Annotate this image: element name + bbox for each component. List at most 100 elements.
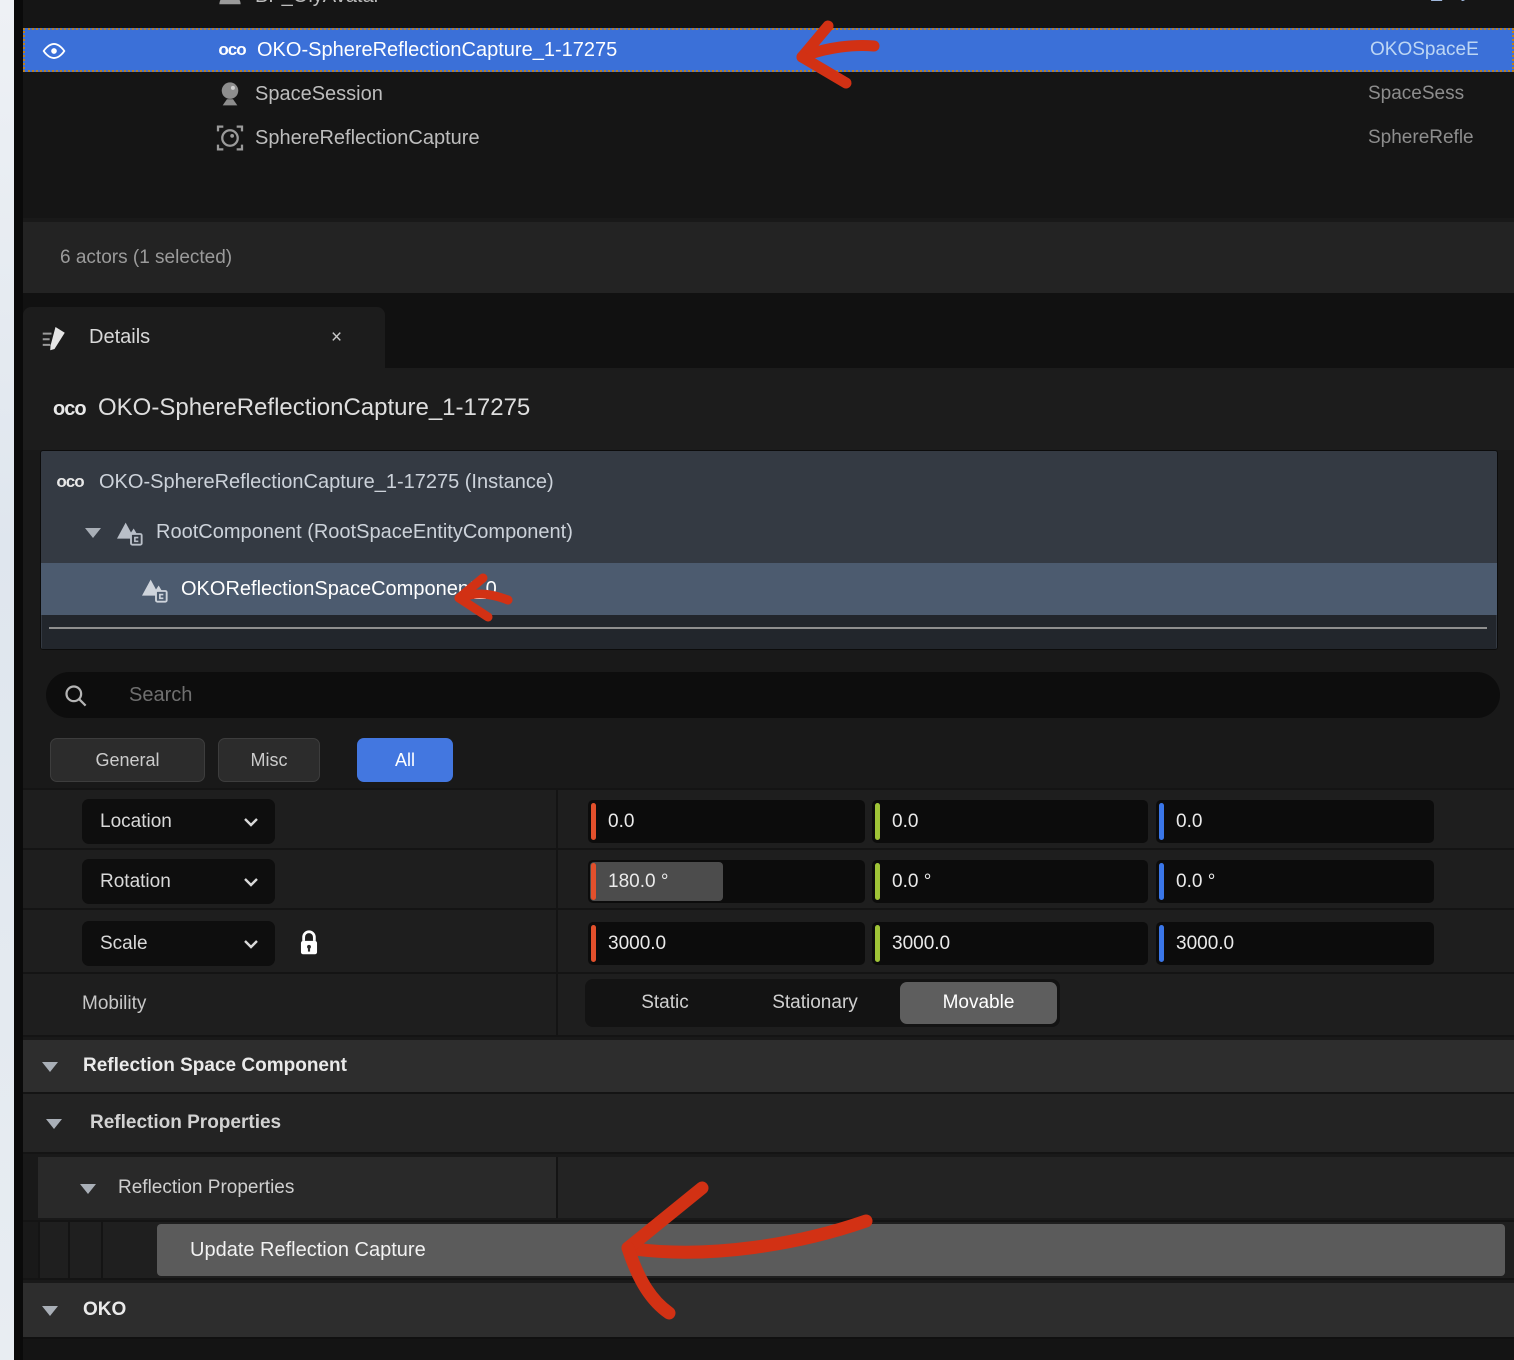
rotation-dropdown[interactable]: Rotation bbox=[82, 859, 275, 904]
rotation-y-field[interactable]: 0.0 ° bbox=[872, 860, 1148, 903]
indent-line bbox=[101, 1222, 103, 1278]
subsection-reflection-properties[interactable]: Reflection Properties bbox=[23, 1157, 1514, 1218]
section-reflection-space-component[interactable]: Reflection Space Component bbox=[23, 1040, 1514, 1092]
update-reflection-capture-button[interactable]: Update Reflection Capture bbox=[157, 1224, 1505, 1276]
indent-line bbox=[68, 1222, 70, 1278]
world-outliner: BP_OlyAvatar Edit BP_Oly oco OKO-SphereR… bbox=[23, 0, 1514, 218]
expander-triangle-icon[interactable] bbox=[85, 528, 101, 538]
location-x-field[interactable]: 0.0 bbox=[588, 800, 865, 843]
session-orb-icon bbox=[212, 74, 248, 114]
actor-label: SphereReflectionCapture bbox=[255, 127, 480, 150]
tree-item-label: OKOReflectionSpaceComponent_0 bbox=[181, 578, 497, 601]
column-splitter[interactable] bbox=[556, 1157, 558, 1218]
subsection-title: Reflection Properties bbox=[118, 1177, 294, 1199]
close-icon[interactable]: × bbox=[331, 328, 342, 347]
section-expander-icon[interactable] bbox=[42, 1062, 58, 1072]
section-title: Reflection Properties bbox=[90, 1112, 281, 1134]
location-dropdown[interactable]: Location bbox=[82, 799, 275, 844]
scale-dropdown[interactable]: Scale bbox=[82, 921, 275, 966]
details-search-input[interactable]: Search bbox=[46, 672, 1500, 718]
section-oko[interactable]: OKO bbox=[23, 1283, 1514, 1337]
actor-type-label: SpaceSess bbox=[1368, 83, 1514, 105]
scale-x-field[interactable]: 3000.0 bbox=[588, 922, 865, 965]
rotation-x-field[interactable]: 180.0 ° bbox=[588, 860, 865, 903]
desktop-background-strip bbox=[0, 0, 14, 1360]
filter-button-general[interactable]: General bbox=[50, 738, 205, 782]
filter-label: Misc bbox=[251, 750, 288, 771]
tab-label: Details bbox=[89, 326, 150, 349]
rotation-y-value: 0.0 ° bbox=[892, 860, 931, 903]
actor-type-label: OKOSpaceE bbox=[1370, 39, 1514, 61]
scale-y-field[interactable]: 3000.0 bbox=[872, 922, 1148, 965]
scale-x-value: 3000.0 bbox=[608, 922, 666, 965]
component-tree: oco OKO-SphereReflectionCapture_1-17275 … bbox=[40, 450, 1498, 650]
filter-button-misc[interactable]: Misc bbox=[218, 738, 320, 782]
mobility-option-stationary[interactable]: Stationary bbox=[735, 979, 895, 1027]
axis-x-bar bbox=[591, 803, 596, 840]
filter-label: All bbox=[395, 750, 415, 771]
visibility-eye-icon[interactable] bbox=[39, 36, 69, 66]
details-header: oco OKO-SphereReflectionCapture_1-17275 bbox=[23, 368, 1514, 450]
location-label: Location bbox=[100, 811, 172, 833]
avatar-person-icon bbox=[212, 0, 248, 11]
tree-item-label: RootComponent (RootSpaceEntityComponent) bbox=[156, 521, 573, 544]
location-y-field[interactable]: 0.0 bbox=[872, 800, 1148, 843]
sphere-reflection-capture-icon bbox=[212, 118, 248, 158]
edit-blueprint-link[interactable]: Edit BP_Oly bbox=[1368, 0, 1514, 3]
filter-button-all[interactable]: All bbox=[357, 738, 453, 782]
outliner-row-bp-olyavatar[interactable]: BP_OlyAvatar Edit BP_Oly bbox=[23, 0, 1514, 27]
scale-lock-icon[interactable] bbox=[294, 926, 324, 960]
tree-footer bbox=[42, 615, 1496, 649]
unreal-editor-panel: BP_OlyAvatar Edit BP_Oly oco OKO-SphereR… bbox=[0, 0, 1514, 1360]
scale-y-value: 3000.0 bbox=[892, 922, 950, 965]
indent-gutter bbox=[23, 1157, 38, 1218]
mobility-label: Mobility bbox=[82, 993, 146, 1015]
axis-y-bar bbox=[875, 925, 880, 962]
rotation-z-field[interactable]: 0.0 ° bbox=[1156, 860, 1434, 903]
tree-row-okoreflectionspacecomponent[interactable]: OKOReflectionSpaceComponent_0 bbox=[41, 563, 1497, 615]
panel-left-border bbox=[14, 0, 23, 1360]
section-title: Reflection Space Component bbox=[83, 1055, 347, 1077]
mobility-option-movable[interactable]: Movable bbox=[900, 982, 1057, 1024]
axis-z-bar bbox=[1159, 803, 1164, 840]
tab-details[interactable]: Details × bbox=[23, 307, 385, 368]
actor-count-text: 6 actors (1 selected) bbox=[60, 247, 232, 269]
indent-gutter bbox=[23, 1222, 38, 1278]
location-z-value: 0.0 bbox=[1176, 800, 1202, 843]
selected-actor-name: OKO-SphereReflectionCapture_1-17275 bbox=[98, 394, 530, 422]
actor-instance-key-icon: oco bbox=[214, 30, 250, 70]
actor-type-label: SphereRefle bbox=[1368, 127, 1514, 149]
location-x-value: 0.0 bbox=[608, 800, 634, 843]
tree-splitter-handle[interactable] bbox=[49, 627, 1487, 629]
search-icon bbox=[60, 680, 90, 710]
component-icon bbox=[136, 569, 172, 609]
outliner-row-oko-spherereflectioncapture[interactable]: oco OKO-SphereReflectionCapture_1-17275 … bbox=[23, 28, 1514, 72]
mobility-option-static[interactable]: Static bbox=[600, 979, 730, 1027]
location-y-value: 0.0 bbox=[892, 800, 918, 843]
tree-row-rootcomponent[interactable]: RootComponent (RootSpaceEntityComponent) bbox=[41, 509, 1497, 555]
section-expander-icon[interactable] bbox=[42, 1306, 58, 1316]
search-placeholder: Search bbox=[129, 684, 192, 707]
outliner-row-spherereflectioncapture[interactable]: SphereReflectionCapture SphereRefle bbox=[23, 116, 1514, 160]
location-z-field[interactable]: 0.0 bbox=[1156, 800, 1434, 843]
section-expander-icon[interactable] bbox=[80, 1184, 96, 1194]
axis-z-bar bbox=[1159, 925, 1164, 962]
rotation-x-value: 180.0 ° bbox=[608, 860, 668, 903]
axis-z-bar bbox=[1159, 863, 1164, 900]
scale-z-field[interactable]: 3000.0 bbox=[1156, 922, 1434, 965]
component-icon bbox=[111, 512, 147, 552]
axis-y-bar bbox=[875, 803, 880, 840]
button-label: Update Reflection Capture bbox=[190, 1239, 426, 1262]
filter-label: General bbox=[95, 750, 159, 771]
scale-label: Scale bbox=[100, 933, 148, 955]
section-reflection-properties[interactable]: Reflection Properties bbox=[23, 1094, 1514, 1152]
axis-x-bar bbox=[591, 925, 596, 962]
outliner-row-spacesession[interactable]: SpaceSession SpaceSess bbox=[23, 72, 1514, 116]
scale-z-value: 3000.0 bbox=[1176, 922, 1234, 965]
bottom-strip bbox=[23, 1339, 1514, 1360]
mobility-segmented-control: Static Stationary Movable bbox=[585, 979, 1060, 1027]
outliner-status-bar: 6 actors (1 selected) bbox=[23, 222, 1514, 293]
section-expander-icon[interactable] bbox=[46, 1119, 62, 1129]
rotation-label: Rotation bbox=[100, 871, 171, 893]
tree-row-instance[interactable]: oco OKO-SphereReflectionCapture_1-17275 … bbox=[41, 459, 1497, 505]
